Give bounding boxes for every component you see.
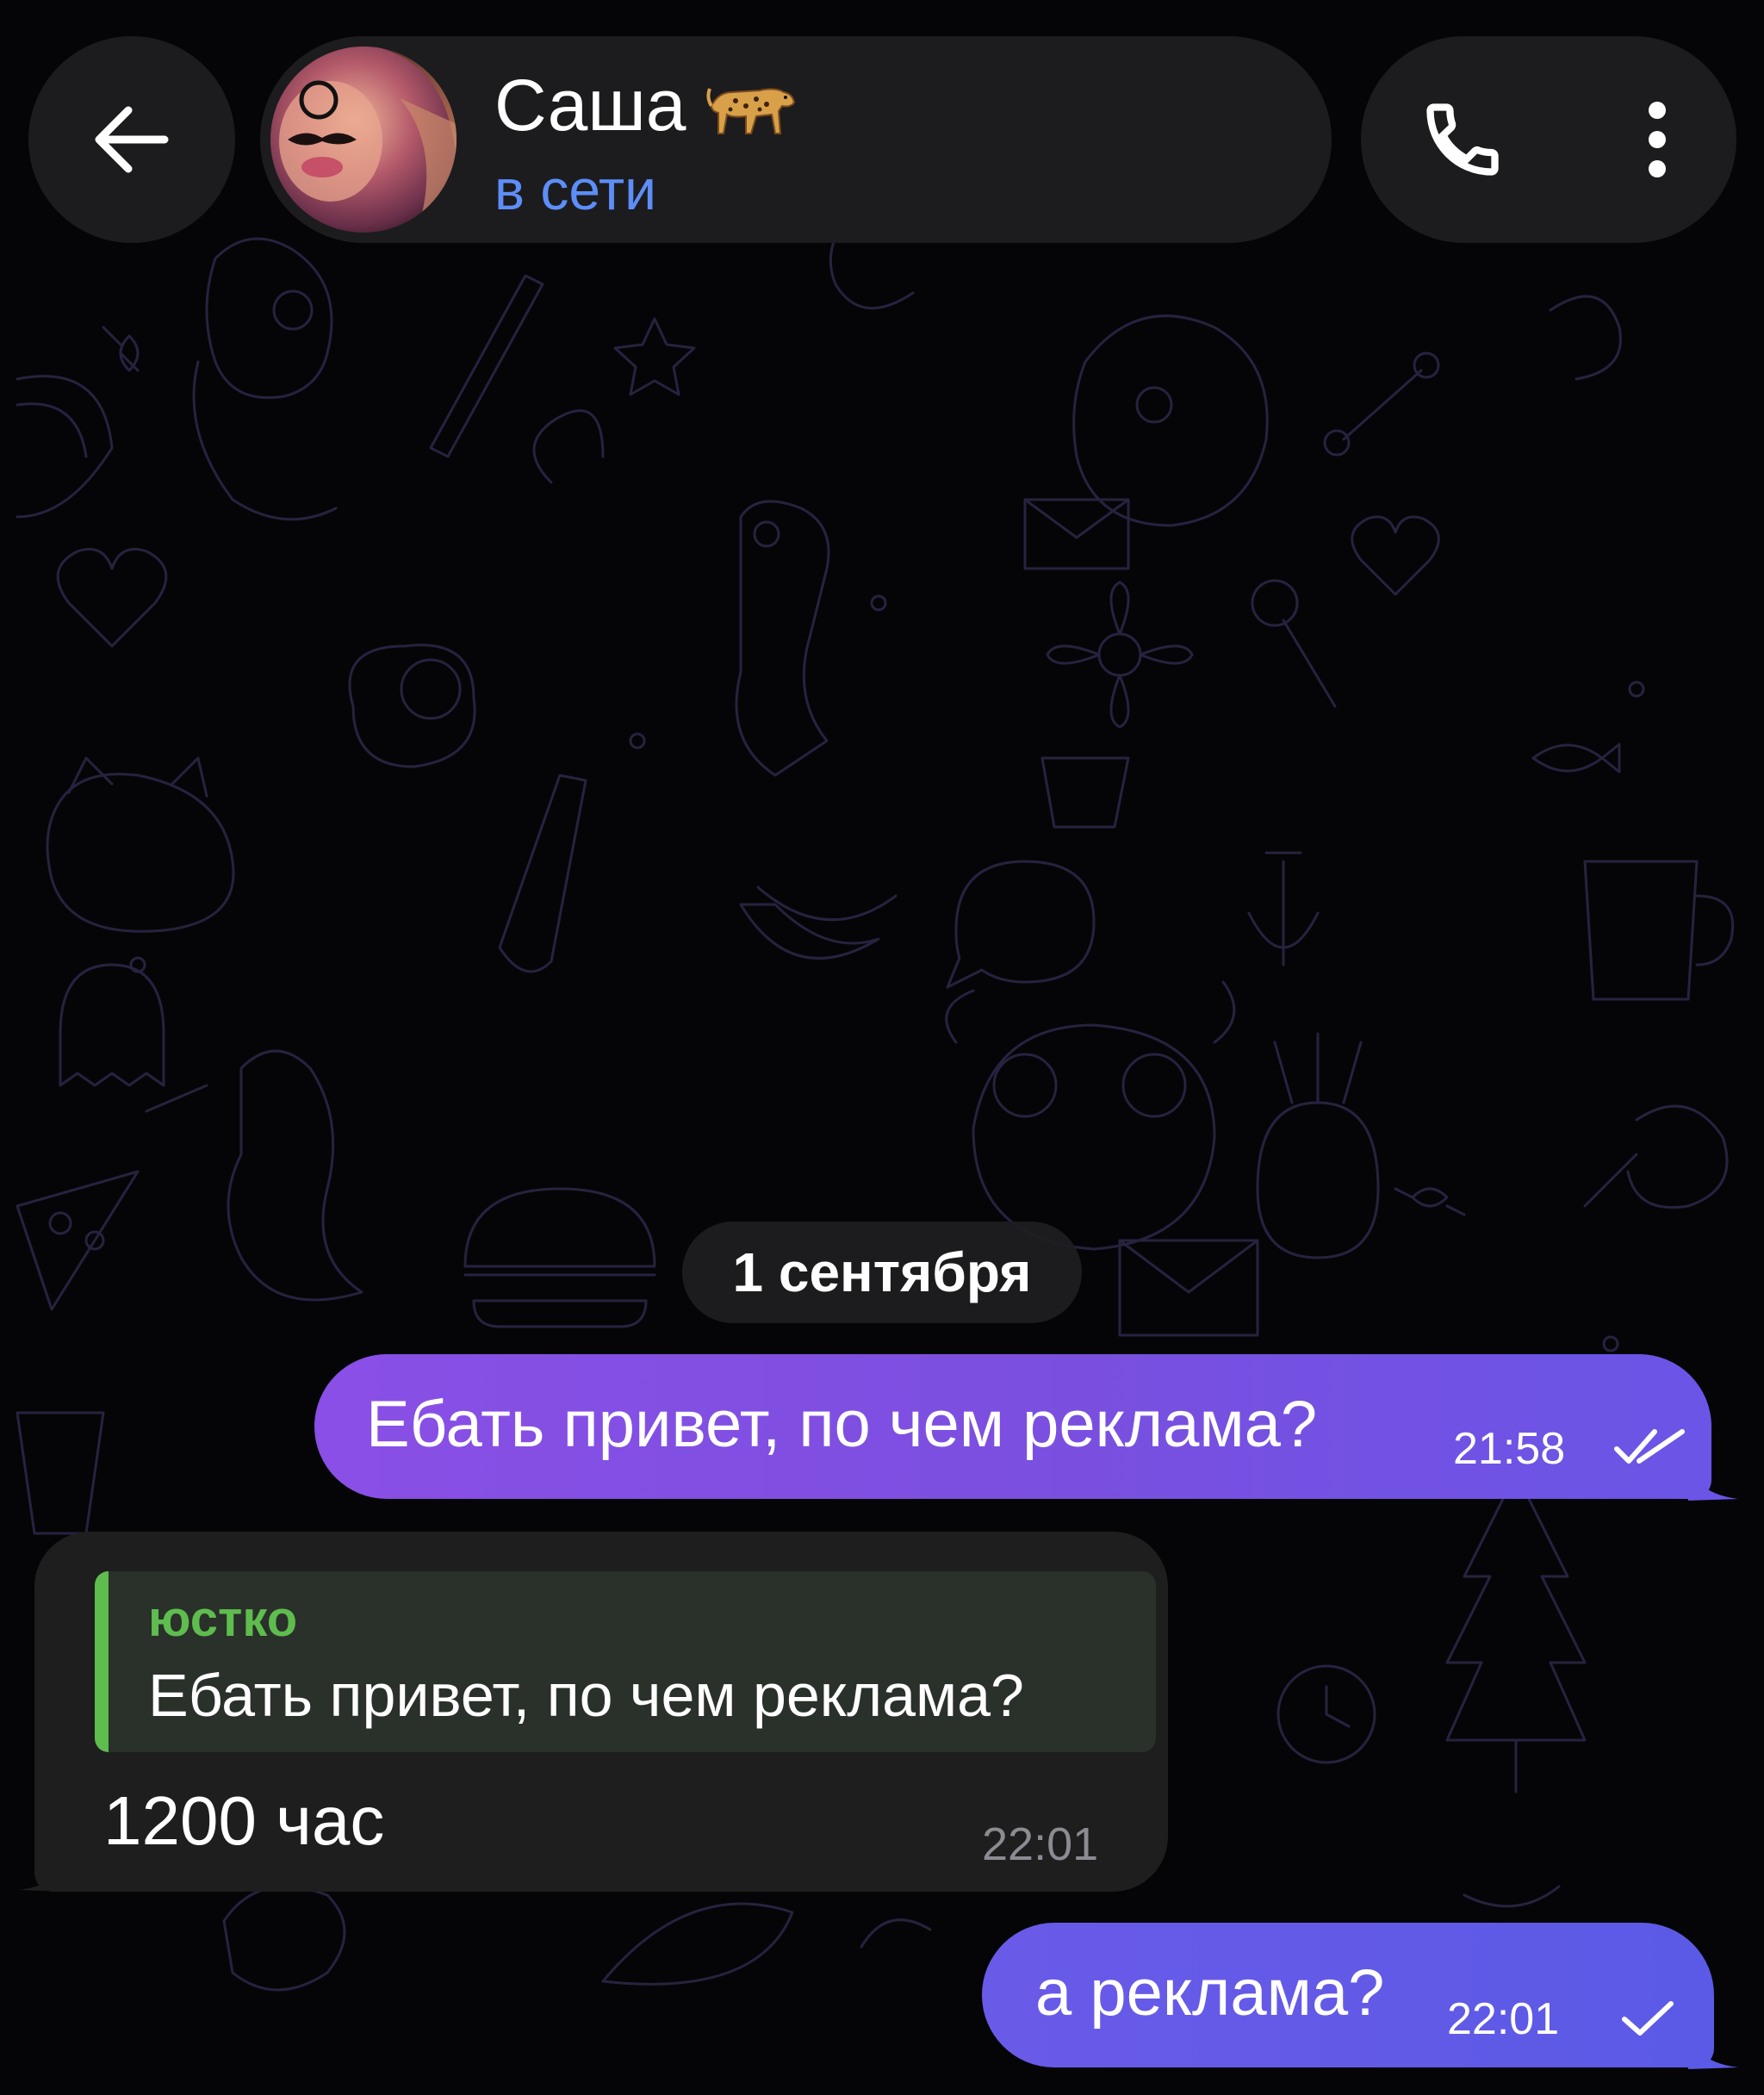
reply-quote[interactable]: юстко Ебать привет, по чем реклама?	[95, 1571, 1156, 1752]
incoming-message[interactable]: юстко Ебать привет, по чем реклама? 1200…	[34, 1532, 1168, 1892]
contact-name: Саша	[494, 64, 798, 147]
contact-status: в сети	[494, 158, 657, 221]
message-time: 21:58	[1453, 1424, 1566, 1474]
reply-text: Ебать привет, по чем реклама?	[148, 1662, 1024, 1729]
message-text: Ебать привет, по чем реклама?	[366, 1388, 1318, 1461]
message-text: а реклама?	[1035, 1956, 1385, 2030]
avatar[interactable]	[270, 47, 457, 233]
more-vertical-icon	[1649, 102, 1666, 177]
reply-accent-bar	[95, 1571, 109, 1752]
contact-name-text: Саша	[494, 65, 686, 146]
phone-icon	[1426, 103, 1499, 176]
message-time: 22:01	[982, 1818, 1099, 1870]
call-button[interactable]	[1411, 88, 1514, 191]
arrow-left-icon	[95, 106, 169, 173]
reply-author: юстко	[148, 1591, 298, 1647]
back-button[interactable]	[28, 36, 235, 243]
message-text: 1200 час	[103, 1782, 385, 1859]
chat-header-profile[interactable]: Саша в сети	[260, 36, 1332, 243]
outgoing-message[interactable]: Ебать привет, по чем реклама? 21:58	[314, 1354, 1711, 1499]
outgoing-message[interactable]: а реклама? 22:01	[982, 1923, 1714, 2067]
double-check-icon	[1614, 1429, 1685, 1464]
chat-header-actions	[1361, 36, 1736, 243]
leopard-icon	[706, 87, 796, 134]
avatar-image	[270, 47, 457, 233]
date-separator: 1 сентября	[682, 1222, 1082, 1323]
check-icon	[1622, 2001, 1674, 2036]
more-options-button[interactable]	[1606, 88, 1709, 191]
message-time: 22:01	[1447, 1994, 1560, 2044]
